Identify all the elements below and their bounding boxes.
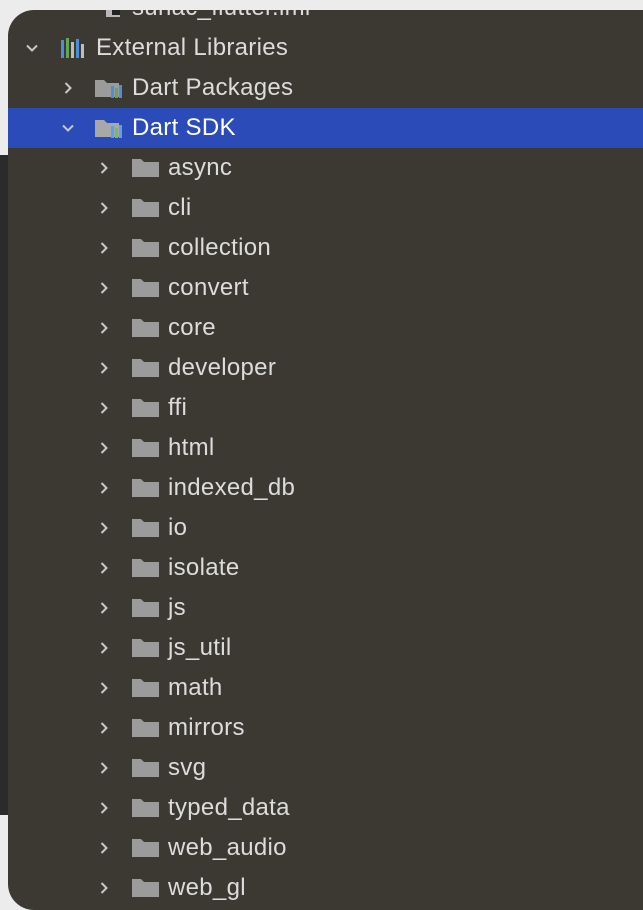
tree-item-folder[interactable]: async xyxy=(8,148,643,188)
chevron-right-icon[interactable] xyxy=(58,68,78,108)
chevron-right-icon[interactable] xyxy=(94,588,114,628)
chevron-right-icon[interactable] xyxy=(94,828,114,868)
tree-item-external-libraries[interactable]: External Libraries xyxy=(8,28,643,68)
chevron-down-icon[interactable] xyxy=(22,28,42,68)
tree-item-folder[interactable]: web_gl xyxy=(8,868,643,908)
tree-item-label: indexed_db xyxy=(168,474,296,501)
chevron-right-icon[interactable] xyxy=(94,468,114,508)
tree-item-label: js xyxy=(168,594,186,621)
tree-item-label: ffi xyxy=(168,394,188,421)
tree-item-folder[interactable]: js xyxy=(8,588,643,628)
tree-item-label: core xyxy=(168,314,216,341)
tree-item-folder[interactable]: typed_data xyxy=(8,788,643,828)
tree-item-label: mirrors xyxy=(168,714,245,741)
library-icon xyxy=(60,28,90,68)
library-folder-icon xyxy=(94,108,128,148)
tree-item-folder[interactable]: mirrors xyxy=(8,708,643,748)
folder-icon xyxy=(131,828,161,868)
tree-item-iml-file[interactable]: sunac_flutter.iml xyxy=(8,10,643,28)
chevron-right-icon[interactable] xyxy=(94,428,114,468)
tree-item-label: html xyxy=(168,434,215,461)
tree-item-folder[interactable]: html xyxy=(8,428,643,468)
chevron-right-icon[interactable] xyxy=(94,148,114,188)
folder-icon xyxy=(131,308,161,348)
chevron-right-icon[interactable] xyxy=(94,268,114,308)
tree-item-label: svg xyxy=(168,754,207,781)
tree-item-label: Dart SDK xyxy=(132,114,236,141)
tree-item-dart-packages[interactable]: Dart Packages xyxy=(8,68,643,108)
folder-icon xyxy=(131,708,161,748)
folder-icon xyxy=(131,868,161,908)
folder-icon xyxy=(131,468,161,508)
folder-icon xyxy=(131,748,161,788)
module-file-icon xyxy=(104,10,124,28)
chevron-right-icon[interactable] xyxy=(94,188,114,228)
tree-item-label: External Libraries xyxy=(96,34,289,61)
tree-item-label: Dart Packages xyxy=(132,74,294,101)
chevron-right-icon[interactable] xyxy=(94,388,114,428)
folder-icon xyxy=(131,348,161,388)
tree-item-label: sunac_flutter.iml xyxy=(132,10,311,28)
tree-item-folder[interactable]: indexed_db xyxy=(8,468,643,508)
folder-icon xyxy=(131,188,161,228)
tree-item-folder[interactable]: developer xyxy=(8,348,643,388)
folder-icon xyxy=(131,388,161,428)
folder-icon xyxy=(131,548,161,588)
folder-icon xyxy=(131,428,161,468)
library-folder-icon xyxy=(94,68,128,108)
tree-item-label: io xyxy=(168,514,188,541)
chevron-right-icon[interactable] xyxy=(94,788,114,828)
folder-icon xyxy=(131,588,161,628)
chevron-right-icon[interactable] xyxy=(94,748,114,788)
chevron-right-icon[interactable] xyxy=(94,348,114,388)
chevron-right-icon[interactable] xyxy=(94,228,114,268)
tree-item-label: isolate xyxy=(168,554,240,581)
tree-item-label: collection xyxy=(168,234,272,261)
chevron-down-icon[interactable] xyxy=(58,108,78,148)
tree-item-folder[interactable]: ffi xyxy=(8,388,643,428)
chevron-right-icon[interactable] xyxy=(94,708,114,748)
tree-item-label: typed_data xyxy=(168,794,290,821)
tree-item-label: math xyxy=(168,674,223,701)
tree-item-label: cli xyxy=(168,194,192,221)
folder-icon xyxy=(131,148,161,188)
tree-item-label: convert xyxy=(168,274,249,301)
tree-item-dart-sdk[interactable]: Dart SDK xyxy=(8,108,643,148)
tree-item-folder[interactable]: collection xyxy=(8,228,643,268)
tree-item-label: web_gl xyxy=(168,874,246,901)
tree-item-folder[interactable]: web_audio xyxy=(8,828,643,868)
chevron-right-icon[interactable] xyxy=(94,668,114,708)
tree-item-folder[interactable]: cli xyxy=(8,188,643,228)
tree-item-folder[interactable]: isolate xyxy=(8,548,643,588)
chevron-right-icon[interactable] xyxy=(94,628,114,668)
folder-icon xyxy=(131,228,161,268)
folder-icon xyxy=(131,668,161,708)
tree-item-label: web_audio xyxy=(168,834,287,861)
tree-item-label: developer xyxy=(168,354,277,381)
folder-icon xyxy=(131,788,161,828)
chevron-right-icon[interactable] xyxy=(94,868,114,908)
tree-item-folder[interactable]: js_util xyxy=(8,628,643,668)
tree-item-folder[interactable]: convert xyxy=(8,268,643,308)
tree-item-folder[interactable]: core xyxy=(8,308,643,348)
tree-item-folder[interactable]: math xyxy=(8,668,643,708)
chevron-right-icon[interactable] xyxy=(94,508,114,548)
tree-item-folder[interactable]: io xyxy=(8,508,643,548)
folder-icon xyxy=(131,628,161,668)
folder-icon xyxy=(131,268,161,308)
chevron-right-icon[interactable] xyxy=(94,308,114,348)
tree-item-label: async xyxy=(168,154,233,181)
folder-icon xyxy=(131,508,161,548)
project-tree-panel[interactable]: sunac_flutter.iml External Libraries xyxy=(8,10,643,910)
tree-item-folder[interactable]: svg xyxy=(8,748,643,788)
chevron-right-icon[interactable] xyxy=(94,548,114,588)
tree-item-label: js_util xyxy=(168,634,232,661)
